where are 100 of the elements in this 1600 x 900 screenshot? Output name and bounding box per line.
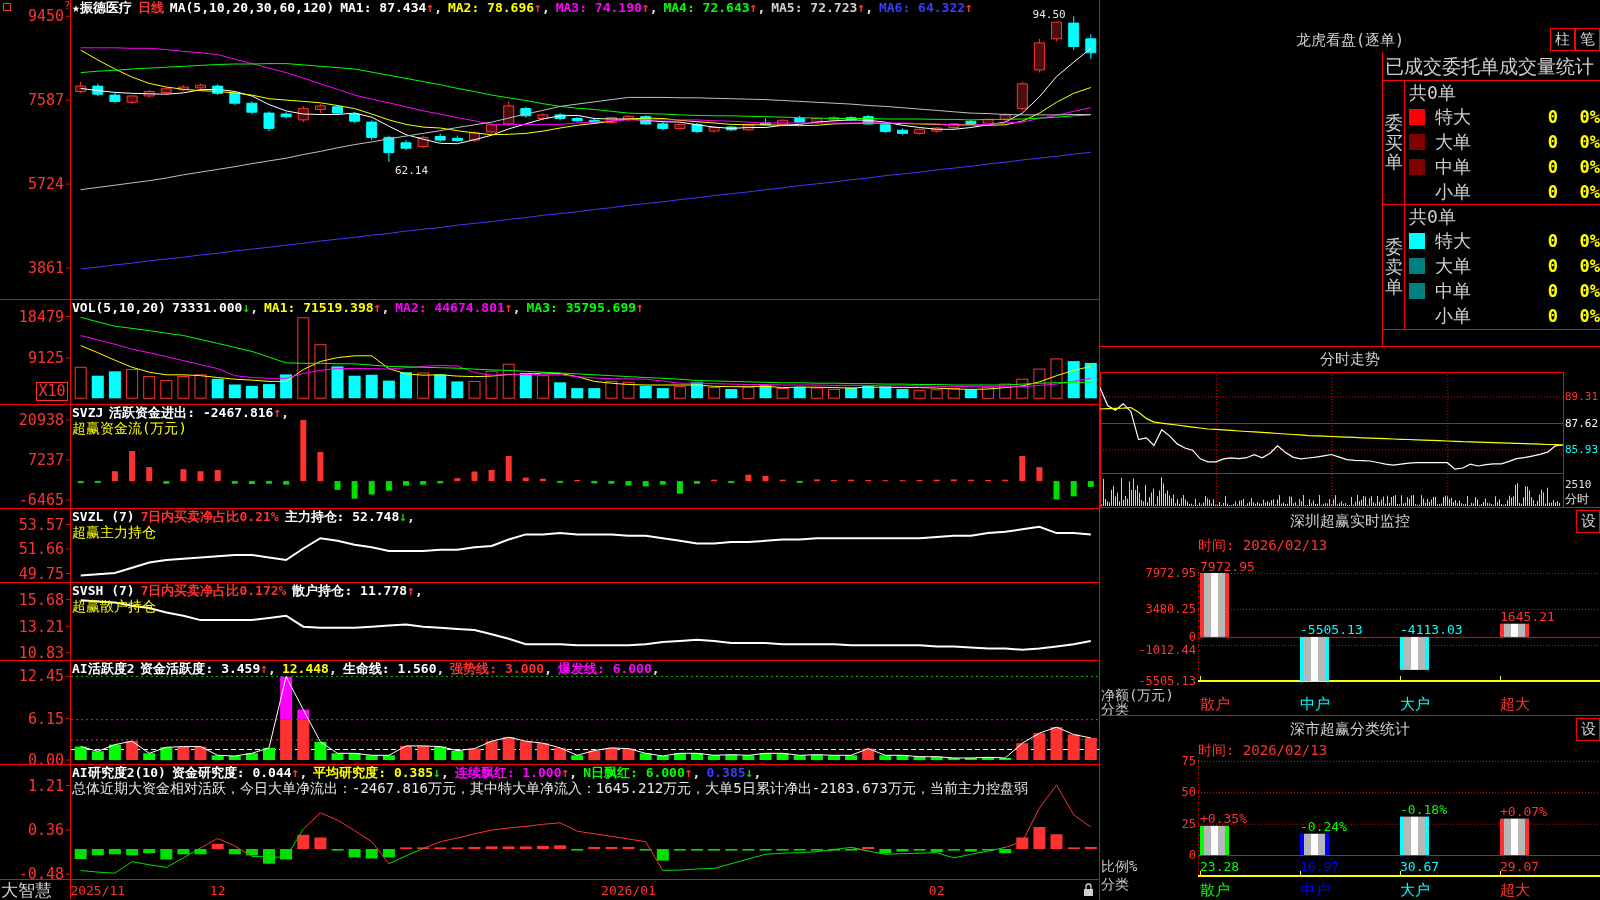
indicator-label: VOL(5,10,20) [72, 300, 166, 315]
indicator-label: 12.448, [281, 661, 337, 676]
date-label: 12 [209, 882, 226, 898]
indicator-value: MA1: 87.434↑, [340, 0, 442, 15]
order-count: 0 [1547, 306, 1558, 327]
indicator-value: MA3: 35795.699↑ [526, 300, 644, 315]
axis-label: 13.21 [18, 617, 64, 636]
order-count: 0 [1547, 281, 1558, 302]
category-label: 超大 [1500, 881, 1530, 899]
panel-title: 深圳超赢实时监控 [1290, 512, 1410, 531]
axis-title: 分类 [1101, 701, 1129, 715]
timestamp-label: 时间: 2026/02/13 [1198, 537, 1328, 553]
axis-label: 1.21 [27, 776, 64, 795]
axis-label: 25 [1181, 816, 1196, 831]
order-percent: 0% [1579, 181, 1600, 202]
axis-label: -5505.13 [1138, 674, 1196, 688]
panel-title: 分时走势 [1320, 350, 1380, 369]
order-percent: 0% [1579, 281, 1600, 302]
category-label: 中户 [1300, 695, 1330, 713]
change-label: -0.24% [1300, 819, 1347, 835]
value-label: 30.67 [1400, 858, 1440, 874]
order-count: 0 [1547, 255, 1558, 276]
order-size-label: 中单 [1435, 154, 1471, 179]
axis-label: 9125 [27, 348, 64, 367]
axis-label: 18479 [18, 307, 64, 326]
panel-title: 龙虎看盘(逐单) [1295, 31, 1405, 49]
order-size-label: 大单 [1435, 129, 1471, 154]
side-label: 委卖单 [1384, 237, 1403, 297]
axis-label: -1012.44 [1138, 642, 1196, 657]
indicator-label: 7日内买卖净占比0.172% [140, 583, 287, 598]
category-label: 大户 [1400, 881, 1430, 899]
indicator-label: 强势线: 3.000, [450, 661, 552, 676]
indicator-value: 资金研究度: 0.044↑, [171, 765, 308, 780]
indicator-label: 7日内买卖净占比0.21% [140, 509, 279, 524]
value-label: 1645.21 [1500, 609, 1555, 625]
axis-label: 10.83 [18, 643, 64, 660]
axis-label: 0 [1188, 848, 1196, 862]
value-label: 16.97 [1300, 858, 1340, 874]
axis-label: 85.93 [1565, 443, 1599, 456]
value-label: 23.28 [1200, 858, 1240, 874]
axis-label: 2510 [1565, 477, 1592, 491]
axis-label: 15.68 [18, 590, 64, 609]
axis-label: 3480.25 [1145, 602, 1196, 616]
order-size-label: 小单 [1435, 179, 1471, 204]
price-label: 62.14 [394, 163, 428, 177]
indicator-label: SVSH (7) [72, 583, 135, 598]
timestamp-label: 时间: 2026/02/13 [1198, 742, 1328, 758]
value-label: -4113.03 [1400, 622, 1463, 638]
indicator-label: 生命线: 1.560, [342, 661, 445, 676]
indicator-value: MA6: 64.322↑ [878, 0, 973, 15]
axis-title: 分时 [1565, 492, 1589, 506]
axis-label: -6465 [18, 491, 64, 508]
category-label: 散户 [1200, 695, 1230, 713]
axis-label: 7972.95 [1145, 566, 1196, 580]
axis-title: 分类 [1101, 876, 1129, 892]
value-label: 7972.95 [1200, 558, 1255, 574]
indicator-value: 活跃资金进出: -2467.816↑, [109, 405, 290, 420]
change-label: -0.18% [1400, 802, 1447, 818]
order-percent: 0% [1579, 106, 1600, 127]
axis-label: 75 [1181, 754, 1196, 768]
axis-label: 0 [1188, 629, 1196, 644]
indicator-label: AI活跃度2 [72, 661, 135, 676]
indicator-value: MA2: 44674.801↑, [395, 300, 521, 315]
axis-title: 净额(万元) [1101, 687, 1174, 703]
indicator-title: 超赢主力持仓 [72, 524, 156, 540]
indicator-label: SVZL (7) [72, 509, 135, 524]
indicator-label: ★振德医疗 [72, 0, 132, 15]
indicator-value: MA3: 74.190↑, [555, 0, 658, 15]
category-label: 中户 [1300, 881, 1330, 899]
order-size-label: 特大 [1435, 104, 1471, 129]
indicator-label: 爆发线: 6.000, [558, 661, 660, 676]
axis-label: 7587 [27, 91, 64, 110]
order-size-label: 中单 [1435, 279, 1471, 304]
order-percent: 0% [1579, 156, 1600, 177]
analysis-text: 总体近期大资金相对活跃，今日大单净流出：-2467.816万元，其中特大单净流入：1645.212万元，大单5日累计净出-2183.673万元，当前主力控盘弱 [72, 780, 1028, 796]
indicator-value: MA1: 71519.398↑, [264, 300, 390, 315]
value-label: -5505.13 [1300, 622, 1363, 638]
indicator-value: 散户持仓: 11.778↑, [292, 583, 423, 598]
date-label: 2025/11 [70, 882, 126, 898]
axis-label: 51.66 [18, 540, 64, 558]
category-label: 超大 [1500, 695, 1530, 713]
change-label: +0.35% [1200, 811, 1247, 827]
indicator-label: MA(5,10,20,30,60,120) [169, 0, 335, 15]
category-label: 散户 [1200, 881, 1230, 899]
indicator-value: 资金活跃度: 3.459↑, [140, 661, 276, 676]
price-label: 94.50 [1032, 7, 1066, 21]
table-title: 已成交委托单成交量统计 [1383, 52, 1600, 81]
axis-label: 9450 [27, 7, 64, 26]
indicator-value: 73331.000↓, [171, 300, 259, 315]
indicator-value: 主力持仓: 52.748↓, [284, 509, 415, 524]
order-count: 0 [1547, 181, 1558, 202]
order-percent: 0% [1579, 230, 1600, 251]
side-label: 委买单 [1384, 112, 1403, 173]
axis-label: 3861 [27, 259, 64, 277]
panel-title: 深市超赢分类统计 [1290, 719, 1410, 739]
axis-title: 比例% [1101, 858, 1138, 874]
axis-label: 0.36 [27, 821, 64, 840]
value-label: 29.07 [1500, 858, 1540, 874]
order-size-label: 小单 [1435, 304, 1471, 329]
order-percent: 0% [1579, 131, 1600, 152]
